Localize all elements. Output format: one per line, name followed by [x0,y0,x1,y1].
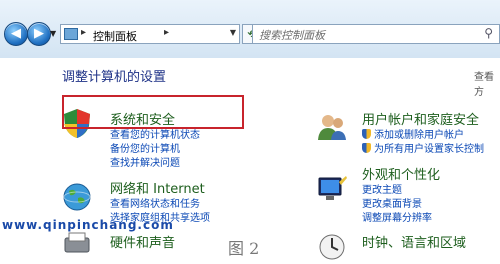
users-icon[interactable] [315,110,349,144]
link-network-status[interactable]: 查看网络状态和任务 [110,195,200,210]
forward-button[interactable]: ▶ [27,22,51,46]
globe-network-icon[interactable] [60,180,94,214]
control-panel-icon [64,28,78,40]
category-clock-region[interactable]: 时钟、语言和区域 [362,232,466,251]
link-backup[interactable]: 备份您的计算机 [110,140,180,155]
monitor-paint-icon[interactable] [315,172,349,206]
view-by-label[interactable]: 查看方 [474,68,500,98]
search-input[interactable] [257,27,461,43]
search-box[interactable]: ⚲ [252,24,500,44]
link-label[interactable]: 为所有用户设置家长控制 [374,144,484,155]
watermark: www.qinpinchang.com [2,218,174,232]
back-button[interactable]: ◀ [4,22,28,46]
uac-shield-icon [362,143,371,153]
link-change-theme[interactable]: 更改主题 [362,181,402,196]
link-parental-controls[interactable]: 为所有用户设置家长控制 [362,140,484,155]
chevron-down-icon[interactable]: ▼ [230,28,236,37]
recent-pages-dropdown[interactable]: ▼ [50,29,56,38]
search-icon[interactable]: ⚲ [484,26,493,40]
clock-globe-icon[interactable] [315,230,349,264]
chevron-right-icon[interactable]: ▸ [81,27,86,38]
arrow-right-icon: ▶ [34,26,44,41]
uac-shield-icon [362,129,371,139]
title-bar: ◀ ▶ ▼ ▸ 控制面板 ▸ ▼ ⟲ ⚲ [0,0,500,59]
figure-label: 图 2 [228,239,260,258]
category-hardware-sound[interactable]: 硬件和声音 [110,232,175,251]
chevron-right-icon[interactable]: ▸ [164,27,169,38]
arrow-left-icon: ◀ [11,26,21,41]
link-view-status[interactable]: 查看您的计算机状态 [110,126,200,141]
page-title: 调整计算机的设置 [62,70,167,85]
breadcrumb-control-panel[interactable]: 控制面板 [93,28,137,44]
link-add-remove-users[interactable]: 添加或删除用户帐户 [362,126,464,141]
link-desktop-background[interactable]: 更改桌面背景 [362,195,422,210]
link-screen-resolution[interactable]: 调整屏幕分辨率 [362,209,432,224]
link-troubleshoot[interactable]: 查找并解决问题 [110,154,180,169]
highlight-box [62,95,244,129]
address-bar[interactable]: ▸ 控制面板 ▸ ▼ [60,24,240,44]
printer-speaker-icon[interactable] [60,230,94,264]
